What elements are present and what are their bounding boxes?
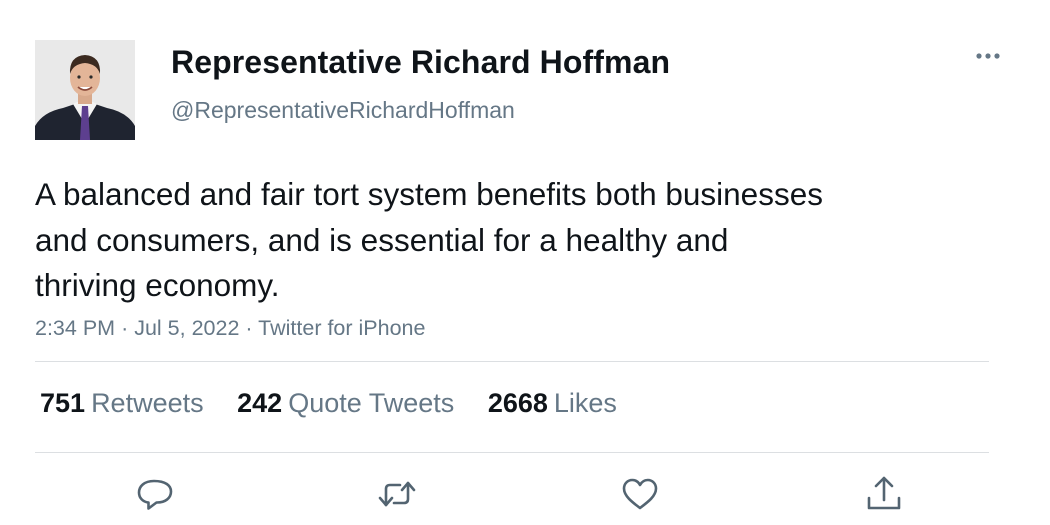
user-handle[interactable]: @RepresentativeRichardHoffman: [171, 97, 515, 124]
tweet-source[interactable]: Twitter for iPhone: [258, 316, 425, 340]
meta-separator: ·: [121, 316, 129, 340]
retweets-count: 751: [40, 388, 86, 418]
avatar[interactable]: [35, 40, 135, 140]
retweets-label: Retweets: [91, 388, 204, 418]
tweet-stats: 751 Retweets 242 Quote Tweets 2668 Likes: [40, 388, 643, 419]
share-button[interactable]: [862, 472, 906, 516]
likes-count: 2668: [487, 388, 548, 418]
likes-label: Likes: [553, 388, 617, 418]
tweet-meta: 2:34 PM · Jul 5, 2022 · Twitter for iPho…: [35, 316, 425, 341]
retweet-icon: [378, 481, 416, 507]
tweet-text: A balanced and fair tort system benefits…: [35, 176, 823, 303]
share-icon: [867, 476, 901, 510]
retweet-button[interactable]: [375, 472, 419, 516]
display-name[interactable]: Representative Richard Hoffman: [171, 44, 670, 81]
divider: [35, 452, 989, 453]
like-button[interactable]: [618, 472, 662, 516]
likes-stat[interactable]: 2668 Likes: [488, 388, 617, 419]
reply-button[interactable]: [133, 472, 177, 516]
more-icon: [976, 53, 1000, 59]
quote-tweets-count: 242: [237, 388, 283, 418]
tweet-date[interactable]: Jul 5, 2022: [134, 316, 239, 340]
retweets-stat[interactable]: 751 Retweets: [40, 388, 204, 419]
quote-tweets-stat[interactable]: 242 Quote Tweets: [237, 388, 454, 419]
more-options-button[interactable]: [966, 40, 1010, 72]
reply-icon: [137, 479, 173, 510]
quote-tweets-label: Quote Tweets: [288, 388, 455, 418]
tweet-time[interactable]: 2:34 PM: [35, 316, 115, 340]
tweet-card: Representative Richard Hoffman @Represen…: [0, 0, 1050, 525]
divider: [35, 361, 989, 362]
meta-separator: ·: [245, 316, 253, 340]
heart-icon: [622, 478, 658, 510]
avatar-photo: [35, 40, 135, 140]
